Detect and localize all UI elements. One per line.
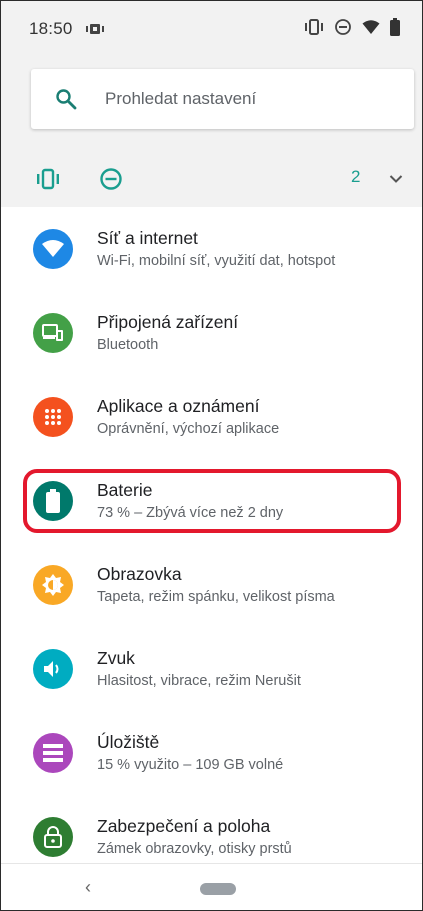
status-bar: 18:50 <box>1 1 422 57</box>
dnd-icon <box>334 18 352 41</box>
devices-icon <box>33 313 73 353</box>
battery-icon <box>33 481 73 521</box>
search-bar[interactable]: Prohledat nastavení <box>31 69 414 129</box>
item-subtitle: Bluetooth <box>97 337 159 353</box>
settings-item-display[interactable]: Obrazovka Tapeta, režim spánku, velikost… <box>1 543 422 627</box>
vibrate-condition-icon <box>35 168 61 195</box>
wifi-signal-icon <box>362 19 380 40</box>
search-placeholder: Prohledat nastavení <box>105 89 257 108</box>
home-pill-button[interactable] <box>200 883 236 895</box>
conditions-count: 2 <box>351 167 361 186</box>
item-title: Připojená zařízení <box>97 312 239 332</box>
settings-item-connected-devices[interactable]: Připojená zařízení Bluetooth <box>1 291 422 375</box>
settings-item-apps[interactable]: Aplikace a oznámení Oprávnění, výchozí a… <box>1 375 422 459</box>
search-icon <box>53 86 79 112</box>
settings-item-sound[interactable]: Zvuk Hlasitost, vibrace, režim Nerušit <box>1 627 422 711</box>
back-button[interactable]: ‹ <box>85 877 91 898</box>
item-subtitle: Tapeta, režim spánku, velikost písma <box>97 589 335 605</box>
item-subtitle: 15 % využito – 109 GB volné <box>97 757 284 773</box>
chevron-down-icon[interactable] <box>389 171 403 189</box>
brightness-icon <box>33 565 73 605</box>
item-title: Zabezpečení a poloha <box>97 816 271 836</box>
item-subtitle: Oprávnění, výchozí aplikace <box>97 421 280 437</box>
vibrate-icon <box>304 18 324 40</box>
apps-icon <box>33 397 73 437</box>
item-subtitle: Wi-Fi, mobilní síť, využití dat, hotspot <box>97 253 336 269</box>
settings-list: Síť a internet Wi-Fi, mobilní síť, využi… <box>1 207 422 863</box>
settings-item-battery[interactable]: Baterie 73 % – Zbývá více než 2 dny <box>1 459 422 543</box>
item-title: Aplikace a oznámení <box>97 396 260 416</box>
volume-icon <box>33 649 73 689</box>
item-title: Baterie <box>97 480 153 500</box>
item-title: Síť a internet <box>97 228 198 248</box>
item-subtitle: Hlasitost, vibrace, režim Nerušit <box>97 673 301 689</box>
conditions-bar[interactable]: 2 <box>1 151 422 207</box>
item-title: Obrazovka <box>97 564 182 584</box>
item-title: Úložiště <box>97 732 160 752</box>
wifi-icon <box>33 229 73 269</box>
battery-status-icon <box>390 17 400 41</box>
lock-icon <box>33 817 73 857</box>
dnd-condition-icon <box>99 167 123 196</box>
status-time: 18:50 <box>29 19 73 38</box>
item-subtitle: 73 % – Zbývá více než 2 dny <box>97 505 284 521</box>
navigation-bar: ‹ <box>1 863 422 910</box>
settings-item-network[interactable]: Síť a internet Wi-Fi, mobilní síť, využi… <box>1 207 422 291</box>
storage-icon <box>33 733 73 773</box>
phone-screen: 18:50 Prohledat nastavení 2 Síť a intern… <box>0 0 423 911</box>
item-title: Zvuk <box>97 648 135 668</box>
item-subtitle: Zámek obrazovky, otisky prstů <box>97 841 292 857</box>
notification-icon <box>85 23 105 35</box>
status-icons <box>304 17 400 41</box>
settings-item-storage[interactable]: Úložiště 15 % využito – 109 GB volné <box>1 711 422 795</box>
